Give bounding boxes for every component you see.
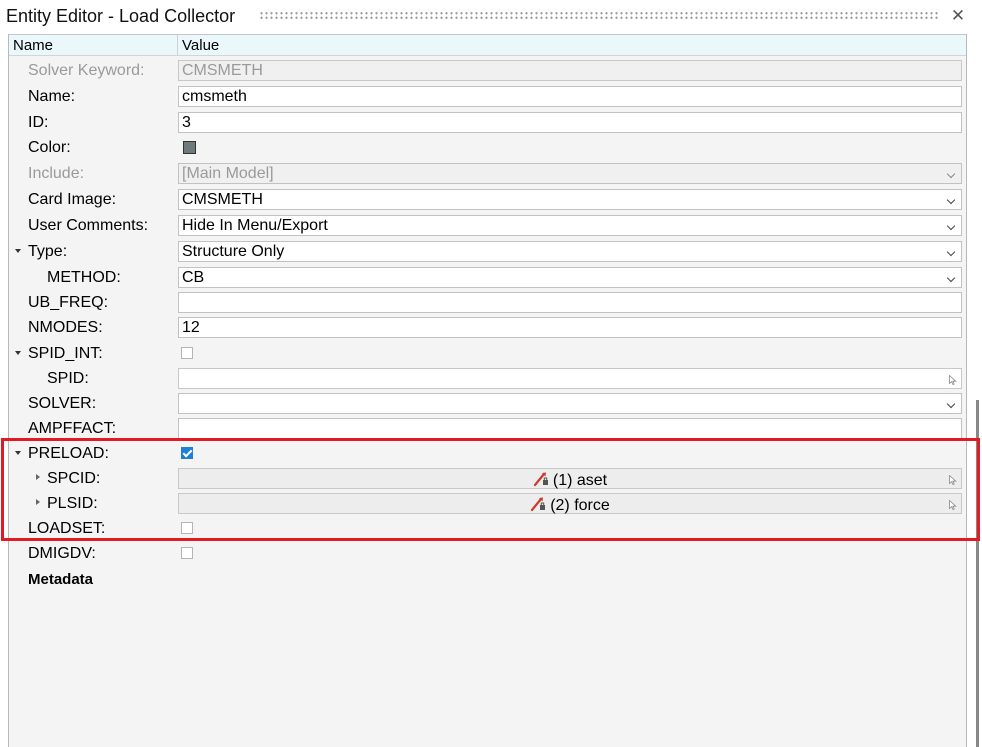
column-header-value[interactable]: Value bbox=[182, 37, 219, 54]
column-divider[interactable] bbox=[177, 35, 178, 55]
row-color: Color: bbox=[9, 136, 966, 161]
solver-keyword-field: CMSMETH bbox=[178, 60, 962, 81]
row-spcid: SPCID: (1) aset bbox=[9, 467, 966, 492]
row-id: ID: 3 bbox=[9, 111, 966, 136]
preload-label: PRELOAD: bbox=[28, 445, 109, 462]
row-spid-int: SPID_INT: bbox=[9, 342, 966, 367]
name-input[interactable]: cmsmeth bbox=[178, 86, 962, 107]
spid-int-checkbox[interactable] bbox=[181, 347, 193, 359]
drag-handle[interactable] bbox=[259, 11, 939, 20]
color-swatch[interactable] bbox=[183, 141, 196, 154]
type-select[interactable]: Structure Only bbox=[178, 241, 962, 262]
spcid-entity-selector[interactable]: (1) aset bbox=[178, 468, 962, 489]
include-value: [Main Model] bbox=[182, 165, 274, 182]
id-label: ID: bbox=[28, 114, 49, 131]
loadset-label: LOADSET: bbox=[28, 520, 106, 537]
method-value: CB bbox=[182, 269, 205, 286]
solver-keyword-label: Solver Keyword: bbox=[28, 62, 145, 79]
column-header: Name Value bbox=[9, 34, 966, 56]
spcid-label: SPCID: bbox=[47, 470, 101, 487]
plsid-entity-selector[interactable]: (2) force bbox=[178, 493, 962, 514]
card-image-value: CMSMETH bbox=[182, 191, 263, 208]
method-label: METHOD: bbox=[47, 269, 121, 286]
spid-entity-selector[interactable] bbox=[178, 368, 962, 389]
expand-arrow-icon[interactable] bbox=[34, 474, 42, 482]
chevron-down-icon[interactable] bbox=[947, 197, 957, 203]
chevron-down-icon[interactable] bbox=[947, 249, 957, 255]
row-nmodes: NMODES: 12 bbox=[9, 316, 966, 341]
row-solver-keyword: Solver Keyword: CMSMETH bbox=[9, 59, 966, 84]
ub-freq-label: UB_FREQ: bbox=[28, 294, 109, 311]
row-ampffact: AMPFFACT: bbox=[9, 417, 966, 442]
chevron-down-icon[interactable] bbox=[947, 223, 957, 229]
row-metadata: Metadata bbox=[9, 568, 966, 593]
ub-freq-input[interactable] bbox=[178, 292, 962, 313]
row-solver: SOLVER: bbox=[9, 392, 966, 417]
nmodes-input[interactable]: 12 bbox=[178, 317, 962, 338]
dmigdv-label: DMIGDV: bbox=[28, 545, 96, 562]
include-select: [Main Model] bbox=[178, 163, 962, 184]
pointer-icon bbox=[949, 475, 957, 485]
id-input[interactable]: 3 bbox=[178, 112, 962, 133]
row-include: Include: [Main Model] bbox=[9, 162, 966, 187]
row-name: Name: cmsmeth bbox=[9, 85, 966, 110]
plsid-label: PLSID: bbox=[47, 495, 98, 512]
user-comments-value: Hide In Menu/Export bbox=[182, 217, 328, 234]
title-bar: Entity Editor - Load Collector ✕ bbox=[0, 0, 982, 34]
collapse-arrow-icon[interactable] bbox=[15, 349, 23, 357]
spid-label: SPID: bbox=[47, 370, 89, 387]
window-title: Entity Editor - Load Collector bbox=[6, 6, 236, 26]
row-method: METHOD: CB bbox=[9, 266, 966, 291]
loadset-checkbox[interactable] bbox=[181, 522, 193, 534]
row-card-image: Card Image: CMSMETH bbox=[9, 188, 966, 213]
card-image-select[interactable]: CMSMETH bbox=[178, 189, 962, 210]
scrollbar[interactable] bbox=[976, 400, 979, 747]
spcid-value-wrap: (1) aset bbox=[179, 471, 961, 490]
metadata-heading: Metadata bbox=[28, 571, 94, 588]
expand-arrow-icon[interactable] bbox=[34, 499, 42, 507]
user-comments-label: User Comments: bbox=[28, 217, 149, 234]
row-user-comments: User Comments: Hide In Menu/Export bbox=[9, 214, 966, 239]
row-preload: PRELOAD: bbox=[9, 442, 966, 467]
collapse-arrow-icon[interactable] bbox=[15, 247, 23, 255]
type-label: Type: bbox=[28, 243, 68, 260]
chevron-down-icon[interactable] bbox=[947, 401, 957, 407]
close-icon[interactable]: ✕ bbox=[949, 6, 967, 26]
pointer-icon bbox=[949, 500, 957, 510]
method-select[interactable]: CB bbox=[178, 267, 962, 288]
dmigdv-checkbox[interactable] bbox=[181, 547, 193, 559]
color-label: Color: bbox=[28, 139, 71, 156]
include-label: Include: bbox=[28, 165, 85, 182]
property-panel: Name Value Solver Keyword: CMSMETH Name:… bbox=[8, 34, 967, 747]
ampffact-input[interactable] bbox=[178, 418, 962, 439]
row-dmigdv: DMIGDV: bbox=[9, 542, 966, 567]
row-plsid: PLSID: (2) force bbox=[9, 492, 966, 517]
load-collector-icon bbox=[533, 471, 551, 487]
row-type: Type: Structure Only bbox=[9, 240, 966, 265]
name-label: Name: bbox=[28, 88, 76, 105]
column-header-name[interactable]: Name bbox=[13, 37, 53, 54]
solver-select[interactable] bbox=[178, 393, 962, 414]
collapse-arrow-icon[interactable] bbox=[15, 449, 23, 457]
row-loadset: LOADSET: bbox=[9, 517, 966, 542]
load-collector-icon bbox=[530, 496, 548, 512]
type-value: Structure Only bbox=[182, 243, 285, 260]
spid-int-label: SPID_INT: bbox=[28, 345, 103, 362]
preload-checkbox[interactable] bbox=[181, 447, 193, 459]
plsid-value-wrap: (2) force bbox=[179, 496, 961, 515]
ampffact-label: AMPFFACT: bbox=[28, 420, 117, 437]
chevron-down-icon bbox=[947, 171, 957, 177]
row-spid: SPID: bbox=[9, 367, 966, 392]
card-image-label: Card Image: bbox=[28, 191, 117, 208]
row-ub-freq: UB_FREQ: bbox=[9, 291, 966, 316]
pointer-icon bbox=[949, 375, 957, 385]
nmodes-label: NMODES: bbox=[28, 319, 103, 336]
user-comments-select[interactable]: Hide In Menu/Export bbox=[178, 215, 962, 236]
solver-label: SOLVER: bbox=[28, 395, 97, 412]
chevron-down-icon[interactable] bbox=[947, 275, 957, 281]
plsid-value: (2) force bbox=[550, 497, 610, 514]
spcid-value: (1) aset bbox=[552, 472, 608, 489]
